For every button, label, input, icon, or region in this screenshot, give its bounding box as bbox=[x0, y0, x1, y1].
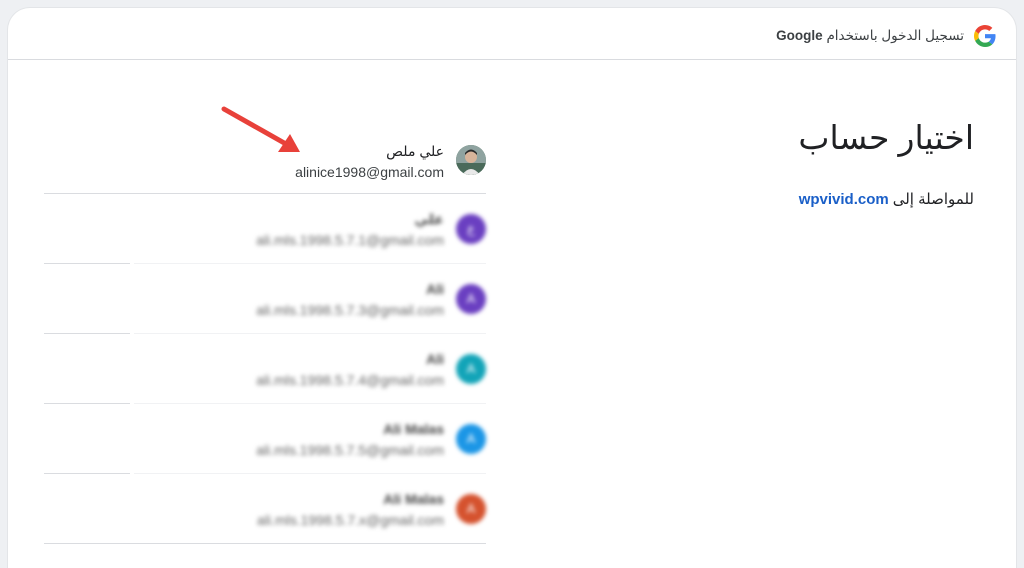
account-name: علي ملص bbox=[386, 143, 444, 159]
account-email: ali.mls.1998.5.7.x@gmail.com bbox=[257, 512, 444, 528]
site-link[interactable]: wpvivid.com bbox=[799, 191, 889, 208]
divider bbox=[44, 543, 486, 544]
avatar: A bbox=[456, 354, 486, 384]
avatar: A bbox=[456, 494, 486, 524]
continue-to-line: للمواصلة إلىwpvivid.com bbox=[799, 190, 974, 208]
account-name: Ali Malas bbox=[383, 491, 444, 507]
avatar: A bbox=[456, 424, 486, 454]
account-email: ali.mls.1998.5.7.3@gmail.com bbox=[256, 302, 444, 318]
avatar bbox=[456, 145, 486, 175]
page-title: اختيار حساب bbox=[798, 119, 974, 156]
account-name: Ali bbox=[426, 351, 444, 367]
account-name: Ali Malas bbox=[383, 421, 444, 437]
account-item[interactable]: A Ali ali.mls.1998.5.7.4@gmail.com bbox=[44, 334, 486, 404]
account-item[interactable]: A Ali Malas ali.mls.1998.5.7.5@gmail.com bbox=[44, 404, 486, 474]
account-name: علي bbox=[414, 211, 444, 227]
brand-text: تسجيل الدخول باستخدام Google bbox=[776, 28, 964, 44]
annotation-arrow-icon bbox=[221, 106, 300, 152]
account-item[interactable]: A Ali ali.mls.1998.5.7.3@gmail.com bbox=[44, 264, 486, 334]
account-name: Ali bbox=[426, 281, 444, 297]
avatar: A bbox=[456, 284, 486, 314]
brand-name: Google bbox=[776, 28, 823, 43]
top-bar: تسجيل الدخول باستخدام Google bbox=[8, 8, 1016, 60]
account-list: علي ملص alinice1998@gmail.com ع علي ali.… bbox=[44, 117, 486, 544]
google-signin-brand: تسجيل الدخول باستخدام Google bbox=[776, 25, 996, 47]
avatar: ع bbox=[456, 214, 486, 244]
google-logo-icon bbox=[974, 25, 996, 47]
account-email: ali.mls.1998.5.7.4@gmail.com bbox=[256, 372, 444, 388]
account-item[interactable]: ع علي ali.mls.1998.5.7.1@gmail.com bbox=[44, 194, 486, 264]
account-email: alinice1998@gmail.com bbox=[295, 164, 444, 180]
brand-prefix: تسجيل الدخول باستخدام bbox=[826, 28, 964, 43]
account-chooser-card: تسجيل الدخول باستخدام Google اختيار حساب… bbox=[8, 8, 1016, 568]
continue-prefix: للمواصلة إلى bbox=[892, 191, 974, 208]
profile-photo-icon bbox=[456, 145, 486, 175]
account-email: ali.mls.1998.5.7.5@gmail.com bbox=[256, 442, 444, 458]
account-email: ali.mls.1998.5.7.1@gmail.com bbox=[256, 232, 444, 248]
account-item[interactable]: A Ali Malas ali.mls.1998.5.7.x@gmail.com bbox=[44, 474, 486, 544]
